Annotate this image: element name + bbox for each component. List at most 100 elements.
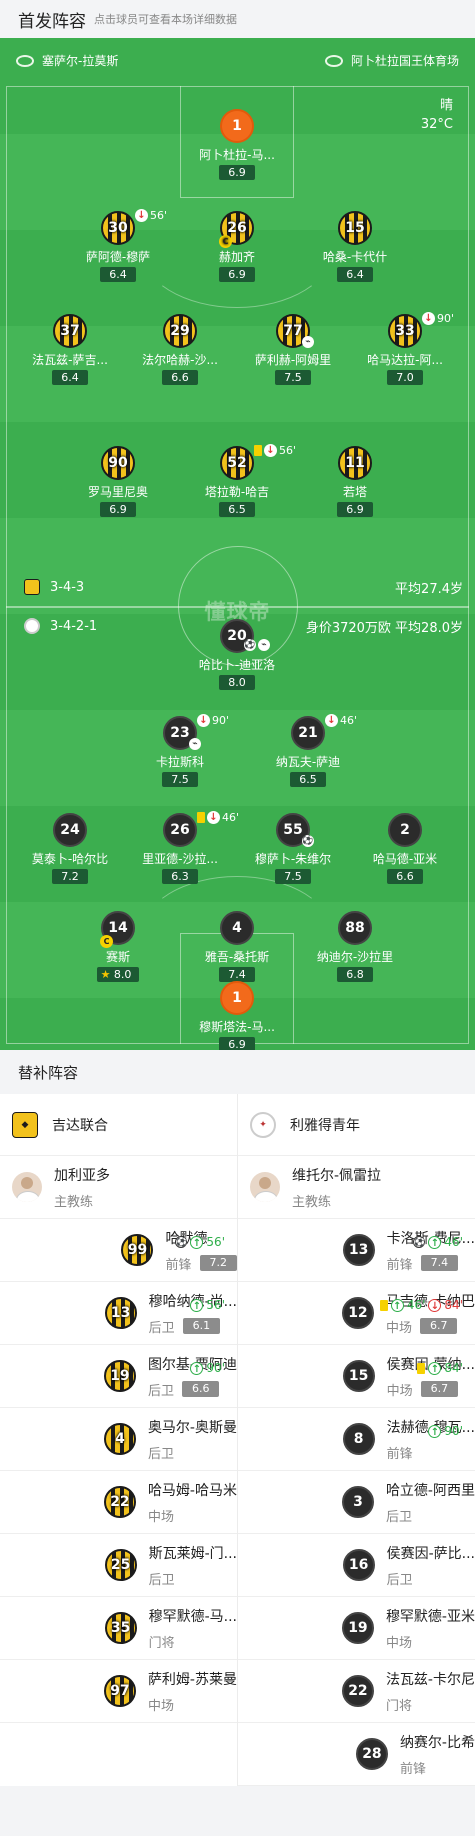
away-player[interactable]: 26 ↓ 46' 里亚德-沙拉... 6.3 [125, 811, 239, 884]
home-player[interactable]: 30 ↓ 56' 萨阿德-穆萨 6.4 [63, 209, 173, 282]
home-player[interactable]: 33 ↓ 90' 哈马达拉-阿... 7.0 [350, 312, 460, 385]
away-sub-row[interactable]: 16 侯赛因-萨比... 后卫 [238, 1534, 475, 1597]
rating-value: 6.4 [109, 268, 127, 281]
sub-info: 侯赛因-萨比... 后卫 [387, 1543, 475, 1588]
home-sub-row[interactable]: 13穆哈纳德-尚...后卫6.1↑56' [0, 1282, 237, 1345]
away-player[interactable]: 20 哈比卜-迪亚洛 8.0 ⚽ ⌁ [182, 619, 292, 690]
home-player[interactable]: 1 阿卜杜拉-马... 6.9 [182, 109, 292, 180]
sub-position: 后卫 [385, 1509, 412, 1525]
away-player[interactable]: 14 C 赛斯 ★ 8.0 [63, 911, 173, 982]
sub-name: 哈立德-阿西里 [385, 1482, 475, 1499]
player-name: 哈马德-亚米 [372, 852, 438, 866]
lineup-header: 首发阵容 点击球员可查看本场详细数据 [0, 0, 475, 38]
jersey-number: 15 [348, 1368, 369, 1384]
away-player[interactable]: 1 穆斯塔法-马... 6.9 [182, 981, 292, 1050]
sub-info: 穆罕默德-亚米 中场 [386, 1606, 475, 1651]
jersey-number: 97 [110, 1683, 130, 1699]
sub-events: ↑ 90' [190, 1361, 225, 1375]
rating-value: 6.9 [228, 166, 246, 179]
player-name: 赛斯 [105, 950, 130, 964]
away-player[interactable]: 21 ↓ 46' 纳瓦夫-萨迪 6.5 [253, 714, 363, 787]
player-name: 里亚德-沙拉... [142, 852, 218, 866]
sub-in-icon: ↑ [390, 1298, 404, 1312]
player-name: 穆斯塔法-马... [199, 1020, 275, 1034]
player-name: 纳瓦夫-萨迪 [275, 755, 341, 769]
away-player[interactable]: 55 穆萨卜-朱维尔 7.5 ⚽ [238, 813, 348, 884]
away-player[interactable]: 88 纳迪尔-沙拉里 6.8 [300, 911, 410, 982]
away-sub-row[interactable]: 13卡洛斯-费尼...前锋7.4⚽↑46' [238, 1219, 475, 1282]
player-rating: 7.5 [275, 370, 311, 385]
home-player[interactable]: 77 ⌁ 萨利赫-阿姆里 7.5 [238, 314, 348, 385]
sub-info: 法瓦兹-卡尔尼 门将 [386, 1669, 475, 1714]
home-sub-row[interactable]: 97 萨利姆-苏莱曼 中场 [0, 1660, 237, 1723]
yellow-card-icon [197, 812, 205, 823]
jersey-number: 33 [395, 323, 415, 339]
sub-events: ↑ 90' [428, 1424, 463, 1438]
home-sub-row[interactable]: 19图尔基-贾阿迪后卫6.6↑90' [0, 1345, 237, 1408]
jersey-number: 19 [348, 1620, 368, 1636]
player-rating: 6.4 [100, 267, 136, 282]
coach-name: 维托尔-佩雷拉 [292, 1167, 382, 1184]
sub-position: 后卫 [147, 1446, 174, 1462]
sub-name: 法瓦兹-卡尔尼 [385, 1671, 475, 1688]
home-formation-row: 3-4-3 平均27.4岁 [24, 577, 465, 597]
player-name: 若塔 [342, 485, 367, 499]
rating-value: 6.3 [171, 870, 189, 883]
home-player[interactable]: 52 ↓ 56' 塔拉勒-哈吉 6.5 [182, 444, 296, 517]
home-team-row[interactable]: ◆ 吉达联合 [0, 1094, 237, 1156]
rating-value: 6.9 [109, 503, 127, 516]
home-sub-row[interactable]: 99哈默德前锋7.2⚽↑56' [0, 1219, 237, 1282]
home-player[interactable]: 11 若塔 6.9 [300, 446, 410, 517]
sub-position-row: 后卫 6.1 [149, 1317, 237, 1336]
player-name: 赫加齐 [218, 250, 255, 264]
player-name: 法瓦兹-萨吉... [32, 353, 108, 367]
sub-position-row: 中场 6.7 [386, 1317, 475, 1336]
home-player[interactable]: 37 法瓦兹-萨吉... 6.4 [15, 314, 125, 385]
player-name: 卡拉斯科 [155, 755, 204, 769]
home-player[interactable]: 26 C 赫加齐 6.9 [182, 211, 292, 282]
home-sub-row[interactable]: 25 斯瓦莱姆-门... 后卫 [0, 1534, 237, 1597]
away-player[interactable]: 24 莫泰卜-哈尔比 7.2 [15, 813, 125, 884]
home-player[interactable]: 29 法尔哈赫-沙... 6.6 [125, 314, 235, 385]
away-coach-row[interactable]: 维托尔-佩雷拉 主教练 [238, 1156, 475, 1219]
sub-position-row: 后卫 [386, 1506, 475, 1525]
sub-name: 斯瓦莱姆-门... [148, 1545, 237, 1562]
away-player[interactable]: 23 ↓ 90' 卡拉斯科 7.5 ⌁ [125, 714, 235, 787]
away-sub-row[interactable]: 12马吉德-卡纳巴中场6.7↑46'↓84' [238, 1282, 475, 1345]
player-rating: 6.4 [52, 370, 88, 385]
player-rating: 7.0 [387, 370, 423, 385]
sub-events: ⚽ ↑ 46' [413, 1235, 463, 1249]
away-sub-row[interactable]: 19 穆罕默德-亚米 中场 [238, 1597, 475, 1660]
away-subs-column: ✦ 利雅得青年 维托尔-佩雷拉 主教练 13卡洛斯-费尼...前锋7.4⚽↑46… [237, 1094, 475, 1786]
away-player[interactable]: 2 哈马德-亚米 6.6 [350, 813, 460, 884]
home-sub-row[interactable]: 22 哈马姆-哈马米 中场 [0, 1471, 237, 1534]
away-sub-row[interactable]: 15侯赛因-蒙纳...中场6.7↑84' [238, 1345, 475, 1408]
player-jersey: 11 [338, 446, 372, 480]
home-sub-row[interactable]: 35 穆罕默德-马... 门将 [0, 1597, 237, 1660]
jersey-number: 30 [108, 220, 128, 236]
home-sub-row[interactable]: 4 奥马尔-奥斯曼 后卫 [0, 1408, 237, 1471]
sub-name: 穆罕默德-亚米 [385, 1608, 475, 1625]
home-player[interactable]: 90 罗马里尼奥 6.9 [63, 446, 173, 517]
away-formation: 3-4-2-1 [50, 618, 98, 634]
player-rating: 6.9 [219, 267, 255, 282]
sub-position: 中场 [385, 1635, 412, 1651]
player-rating: 6.9 [219, 1037, 255, 1050]
sub-jersey: 15 [342, 1360, 375, 1392]
player-name: 雅吾-桑托斯 [204, 950, 270, 964]
captain-badge: C [219, 235, 232, 248]
jersey-number: 13 [110, 1305, 131, 1321]
stadium-icon [324, 54, 343, 67]
away-player[interactable]: 4 雅吾-桑托斯 7.4 [182, 911, 292, 982]
away-sub-row[interactable]: 28 纳赛尔-比希 前锋 [238, 1723, 475, 1786]
away-sub-row[interactable]: 3 哈立德-阿西里 后卫 [238, 1471, 475, 1534]
jersey-number: 13 [348, 1242, 369, 1258]
home-player[interactable]: 15 哈桑-卡代什 6.4 [300, 211, 410, 282]
away-sub-row[interactable]: 8法赫德-穆瓦...前锋↑90' [238, 1408, 475, 1471]
home-coach-row[interactable]: 加利亚多 主教练 [0, 1156, 237, 1219]
away-team-row[interactable]: ✦ 利雅得青年 [238, 1094, 475, 1156]
sub-in-minute: 84' [444, 1361, 463, 1375]
away-sub-row[interactable]: 22 法瓦兹-卡尔尼 门将 [238, 1660, 475, 1723]
coach-role: 主教练 [54, 1194, 94, 1210]
player-name: 哈比卜-迪亚洛 [198, 658, 276, 672]
